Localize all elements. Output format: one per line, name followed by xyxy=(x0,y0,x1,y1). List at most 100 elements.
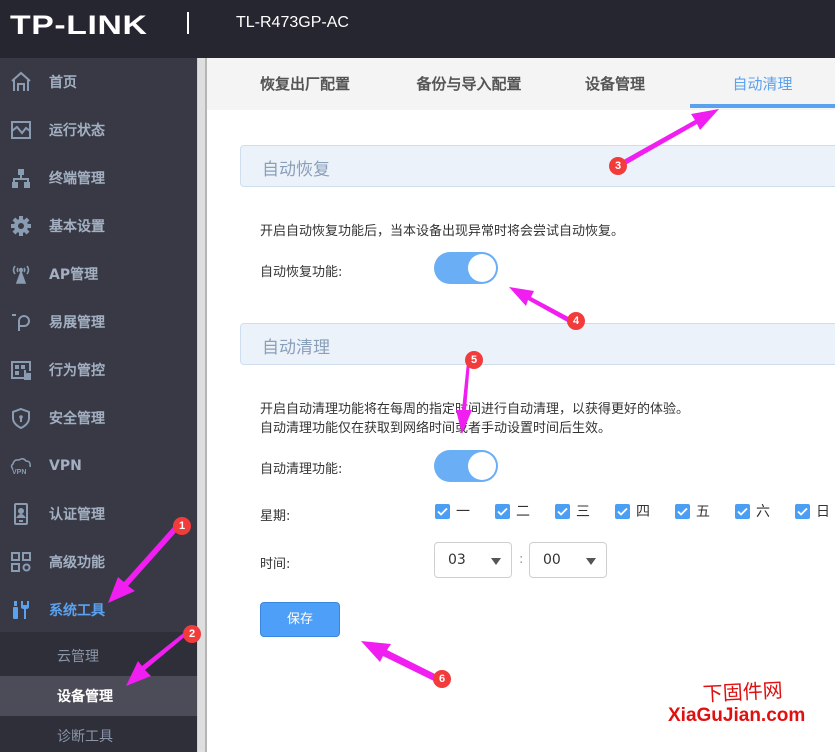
watermark-cn: 下固件网 xyxy=(702,677,784,707)
tab-device-management[interactable]: 设备管理 xyxy=(573,58,657,110)
tab-factory-reset[interactable]: 恢复出厂配置 xyxy=(247,58,363,110)
weekday-name: 二 xyxy=(516,504,530,520)
auto-clean-section-header: 自动清理 xyxy=(240,323,835,365)
sidebar-item-label: 易展管理 xyxy=(49,315,105,331)
sidebar-item-ap-management[interactable]: AP管理 xyxy=(0,250,197,298)
time-separator: : xyxy=(519,552,524,567)
auto-clean-description-line1: 开启自动清理功能将在每周的指定时间进行自动清理，以获得更好的体验。 xyxy=(260,402,690,417)
sidebar-item-label: 安全管理 xyxy=(49,411,105,427)
hour-value: 03 xyxy=(448,552,466,568)
active-tab-indicator xyxy=(690,104,835,108)
sidebar-subitem-cloud-management[interactable]: 云管理 xyxy=(0,636,197,676)
sidebar-item-label: 行为管控 xyxy=(49,363,105,379)
weekday-name: 一 xyxy=(456,504,470,520)
auto-recover-toggle-label: 自动恢复功能: xyxy=(260,265,343,280)
tab-bar: 恢复出厂配置 备份与导入配置 设备管理 自动清理 xyxy=(207,58,835,110)
annotation-badge-3: 3 xyxy=(609,157,627,175)
sidebar-item-label: 运行状态 xyxy=(49,123,105,139)
behavior-control-icon xyxy=(9,358,33,382)
top-bar: TP-LINK TL-R473GP-AC xyxy=(0,0,835,58)
section-title: 自动恢复 xyxy=(262,160,330,180)
sidebar-item-terminals[interactable]: 终端管理 xyxy=(0,154,197,202)
home-icon xyxy=(9,70,33,94)
checkbox-checked-icon[interactable] xyxy=(555,503,570,519)
sidebar-item-authentication[interactable]: 认证管理 xyxy=(0,490,197,538)
minute-select[interactable]: 00 xyxy=(529,542,607,578)
auto-recover-toggle[interactable] xyxy=(434,252,498,284)
header-divider xyxy=(187,12,189,34)
sidebar-subitem-diagnostic-tools[interactable]: 诊断工具 xyxy=(0,716,197,752)
hour-select[interactable]: 03 xyxy=(434,542,512,578)
sidebar-scrollbar[interactable] xyxy=(197,58,207,752)
annotation-badge-2: 2 xyxy=(183,625,201,643)
annotation-arrow-6 xyxy=(361,641,441,683)
weekday-checkbox-wed[interactable]: 三 xyxy=(555,503,590,520)
scrollbar-thumb[interactable] xyxy=(198,60,205,750)
sidebar-item-system-tools[interactable]: 系统工具 xyxy=(0,586,197,634)
advanced-grid-icon xyxy=(9,550,33,574)
network-topology-icon xyxy=(9,166,33,190)
sidebar-item-easy-mesh[interactable]: 易展管理 xyxy=(0,298,197,346)
save-button[interactable]: 保存 xyxy=(260,602,340,637)
section-title: 自动清理 xyxy=(262,338,330,358)
weekday-checkbox-sun[interactable]: 日 xyxy=(795,503,830,520)
sidebar-item-home[interactable]: 首页 xyxy=(0,58,197,106)
sidebar-item-label: 首页 xyxy=(49,75,77,91)
sidebar-subitem-label: 诊断工具 xyxy=(57,729,113,745)
sidebar-item-label: VPN xyxy=(49,458,82,474)
checkbox-checked-icon[interactable] xyxy=(735,503,750,519)
sidebar-item-behavior-control[interactable]: 行为管控 xyxy=(0,346,197,394)
weekday-checkbox-mon[interactable]: 一 xyxy=(435,503,470,520)
tools-icon xyxy=(9,598,33,622)
svg-text:VPN: VPN xyxy=(12,469,26,476)
sidebar-item-label: 系统工具 xyxy=(49,603,105,619)
weekday-checkbox-sat[interactable]: 六 xyxy=(735,503,770,520)
sidebar-submenu: 云管理 设备管理 诊断工具 xyxy=(0,632,197,752)
toggle-knob xyxy=(468,254,496,282)
weekday-name: 五 xyxy=(696,504,710,520)
annotation-badge-6: 6 xyxy=(433,670,451,688)
annotation-badge-5: 5 xyxy=(465,351,483,369)
vpn-cloud-icon: VPN xyxy=(9,454,33,478)
wireless-ap-icon xyxy=(9,262,33,286)
auto-clean-toggle-label: 自动清理功能: xyxy=(260,462,343,477)
sidebar-item-label: 认证管理 xyxy=(49,507,105,523)
weekday-checkbox-fri[interactable]: 五 xyxy=(675,503,710,520)
tp-link-logo: TP-LINK xyxy=(10,10,148,40)
sidebar-item-label: 终端管理 xyxy=(49,171,105,187)
sidebar-item-basic-settings[interactable]: 基本设置 xyxy=(0,202,197,250)
sidebar-item-status[interactable]: 运行状态 xyxy=(0,106,197,154)
checkbox-checked-icon[interactable] xyxy=(495,503,510,519)
checkbox-checked-icon[interactable] xyxy=(615,503,630,519)
sidebar-item-vpn[interactable]: VPN VPN xyxy=(0,442,197,490)
tab-backup-import[interactable]: 备份与导入配置 xyxy=(403,58,535,110)
easy-mesh-icon xyxy=(9,310,33,334)
weekday-name: 日 xyxy=(816,504,830,520)
checkbox-checked-icon[interactable] xyxy=(435,503,450,519)
auth-device-icon xyxy=(9,502,33,526)
sidebar-item-label: AP管理 xyxy=(49,267,99,283)
auto-clean-toggle[interactable] xyxy=(434,450,498,482)
annotation-badge-1: 1 xyxy=(173,517,191,535)
sidebar-item-label: 基本设置 xyxy=(49,219,105,235)
weekday-checkbox-tue[interactable]: 二 xyxy=(495,503,530,520)
annotation-badge-4: 4 xyxy=(567,312,585,330)
auto-clean-description-line2: 自动清理功能仅在获取到网络时间或者手动设置时间后生效。 xyxy=(260,421,612,436)
auto-recover-description: 开启自动恢复功能后，当本设备出现异常时将会尝试自动恢复。 xyxy=(260,224,625,239)
weekday-name: 四 xyxy=(636,504,650,520)
sidebar-item-advanced[interactable]: 高级功能 xyxy=(0,538,197,586)
checkbox-checked-icon[interactable] xyxy=(795,503,810,519)
sidebar-subitem-device-management[interactable]: 设备管理 xyxy=(0,676,197,716)
gear-icon xyxy=(9,214,33,238)
sidebar-item-security[interactable]: 安全管理 xyxy=(0,394,197,442)
weekday-checkbox-thu[interactable]: 四 xyxy=(615,503,650,520)
sidebar-subitem-label: 云管理 xyxy=(57,649,99,665)
tab-auto-clean[interactable]: 自动清理 xyxy=(690,58,835,110)
device-model: TL-R473GP-AC xyxy=(236,14,349,31)
watermark-en: XiaGuJian.com xyxy=(668,705,806,726)
minute-value: 00 xyxy=(543,552,561,568)
weekday-label: 星期: xyxy=(260,509,291,524)
caret-down-icon xyxy=(491,558,501,565)
time-label: 时间: xyxy=(260,557,291,572)
checkbox-checked-icon[interactable] xyxy=(675,503,690,519)
